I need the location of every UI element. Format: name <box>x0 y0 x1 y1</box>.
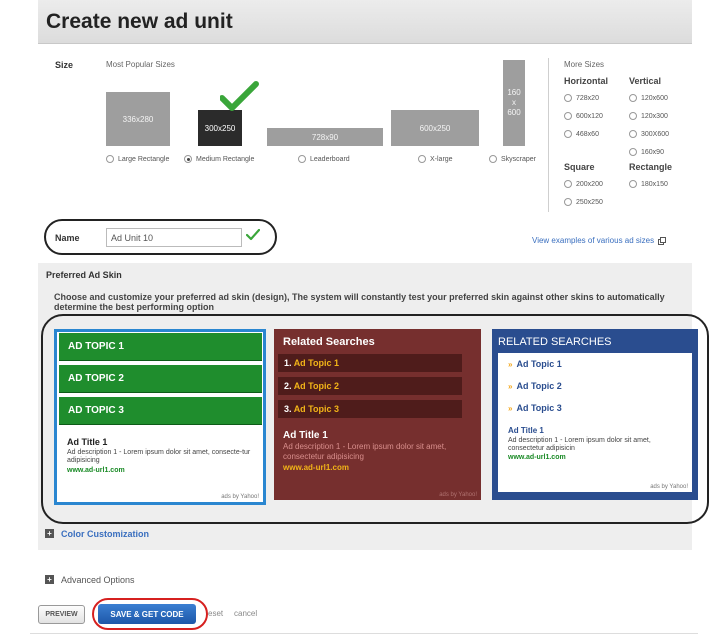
rectangle-title: Rectangle <box>629 162 673 172</box>
radio-label: 468x60 <box>576 130 599 138</box>
radio-label: Medium Rectangle <box>196 155 255 163</box>
radio-label: Large Rectangle <box>118 155 170 163</box>
size-box-label: 336x280 <box>122 114 154 124</box>
name-input[interactable] <box>106 228 242 247</box>
vertical-title: Vertical <box>629 76 662 86</box>
radio-icon[interactable] <box>564 130 572 138</box>
color-customization-link[interactable]: Color Customization <box>61 529 149 539</box>
page-header: Create new ad unit <box>38 0 692 44</box>
radio-medium-rectangle[interactable]: Medium Rectangle <box>184 155 254 163</box>
expand-plus-icon[interactable]: + <box>45 575 54 584</box>
size-box-336x280[interactable]: 336x280 <box>106 92 170 146</box>
size-box-160x600[interactable]: 160 x 600 <box>503 60 525 146</box>
radio-label: Leaderboard <box>310 155 350 163</box>
size-box-label: 600 <box>507 108 521 117</box>
radio-label: 300X600 <box>641 130 670 138</box>
view-examples-link[interactable]: View examples of various ad sizes <box>532 236 667 245</box>
radio-label: 200x200 <box>576 180 603 188</box>
radio-leaderboard[interactable]: Leaderboard <box>298 155 350 163</box>
cancel-link[interactable]: cancel <box>234 609 257 618</box>
preview-button[interactable]: PREVIEW <box>38 605 85 624</box>
radio-600x120[interactable]: 600x120 <box>564 112 603 120</box>
radio-icon[interactable] <box>564 180 572 188</box>
external-window-icon <box>658 236 667 245</box>
size-box-label: 600x250 <box>419 123 451 133</box>
radio-label: 120x600 <box>641 94 668 102</box>
reset-link[interactable]: eset <box>208 609 223 618</box>
radio-label: X-large <box>430 155 453 163</box>
radio-icon[interactable] <box>629 130 637 138</box>
radio-icon[interactable] <box>564 94 572 102</box>
radio-180x150[interactable]: 180x150 <box>629 180 668 188</box>
radio-label: 120x300 <box>641 112 668 120</box>
radio-icon[interactable] <box>564 112 572 120</box>
radio-icon[interactable] <box>184 155 192 163</box>
radio-icon[interactable] <box>489 155 497 163</box>
save-annotation-oval <box>92 598 208 630</box>
expand-plus-icon[interactable]: + <box>45 529 54 538</box>
radio-200x200[interactable]: 200x200 <box>564 180 603 188</box>
radio-160x90[interactable]: 160x90 <box>629 148 664 156</box>
radio-468x60[interactable]: 468x60 <box>564 130 599 138</box>
radio-icon[interactable] <box>106 155 114 163</box>
radio-large-rectangle[interactable]: Large Rectangle <box>106 155 169 163</box>
radio-label: Skyscraper <box>501 155 537 163</box>
radio-250x250[interactable]: 250x250 <box>564 198 603 206</box>
preferred-skin-title: Preferred Ad Skin <box>46 270 122 280</box>
name-label: Name <box>55 233 80 243</box>
size-box-300x250[interactable]: 300x250 <box>198 110 242 146</box>
more-sizes-title: More Sizes <box>564 60 605 69</box>
radio-icon[interactable] <box>418 155 426 163</box>
skins-annotation-oval <box>41 314 709 524</box>
view-examples-label: View examples of various ad sizes <box>532 236 655 245</box>
page-title: Create new ad unit <box>46 10 233 33</box>
radio-icon[interactable] <box>564 198 572 206</box>
radio-300x600[interactable]: 300X600 <box>629 130 669 138</box>
radio-label: 600x120 <box>576 112 603 120</box>
size-box-600x250[interactable]: 600x250 <box>391 110 479 146</box>
radio-x-large[interactable]: X-large <box>418 155 453 163</box>
preferred-skin-description: Choose and customize your preferred ad s… <box>54 292 665 312</box>
size-box-label: 160 <box>507 88 521 97</box>
square-title: Square <box>564 162 595 172</box>
size-box-label: x <box>512 98 516 107</box>
radio-120x600[interactable]: 120x600 <box>629 94 668 102</box>
radio-120x300[interactable]: 120x300 <box>629 112 668 120</box>
divider <box>548 58 549 212</box>
popular-sizes-label: Most Popular Sizes <box>106 60 175 69</box>
radio-icon[interactable] <box>629 112 637 120</box>
size-box-label: 728x90 <box>311 132 339 142</box>
size-label: Size <box>55 60 74 70</box>
radio-728x20[interactable]: 728x20 <box>564 94 599 102</box>
size-box-label: 300x250 <box>204 123 236 133</box>
radio-icon[interactable] <box>629 94 637 102</box>
radio-icon[interactable] <box>629 180 637 188</box>
name-valid-check-icon <box>246 229 260 241</box>
selected-check-icon <box>220 81 259 111</box>
divider <box>30 633 698 634</box>
radio-icon[interactable] <box>298 155 306 163</box>
radio-label: 250x250 <box>576 198 603 206</box>
radio-label: 160x90 <box>641 148 664 156</box>
advanced-options-link[interactable]: Advanced Options <box>61 575 135 585</box>
size-box-728x90[interactable]: 728x90 <box>267 128 383 146</box>
radio-skyscraper[interactable]: Skyscraper <box>489 155 536 163</box>
horizontal-title: Horizontal <box>564 76 608 86</box>
radio-label: 728x20 <box>576 94 599 102</box>
radio-icon[interactable] <box>629 148 637 156</box>
radio-label: 180x150 <box>641 180 668 188</box>
